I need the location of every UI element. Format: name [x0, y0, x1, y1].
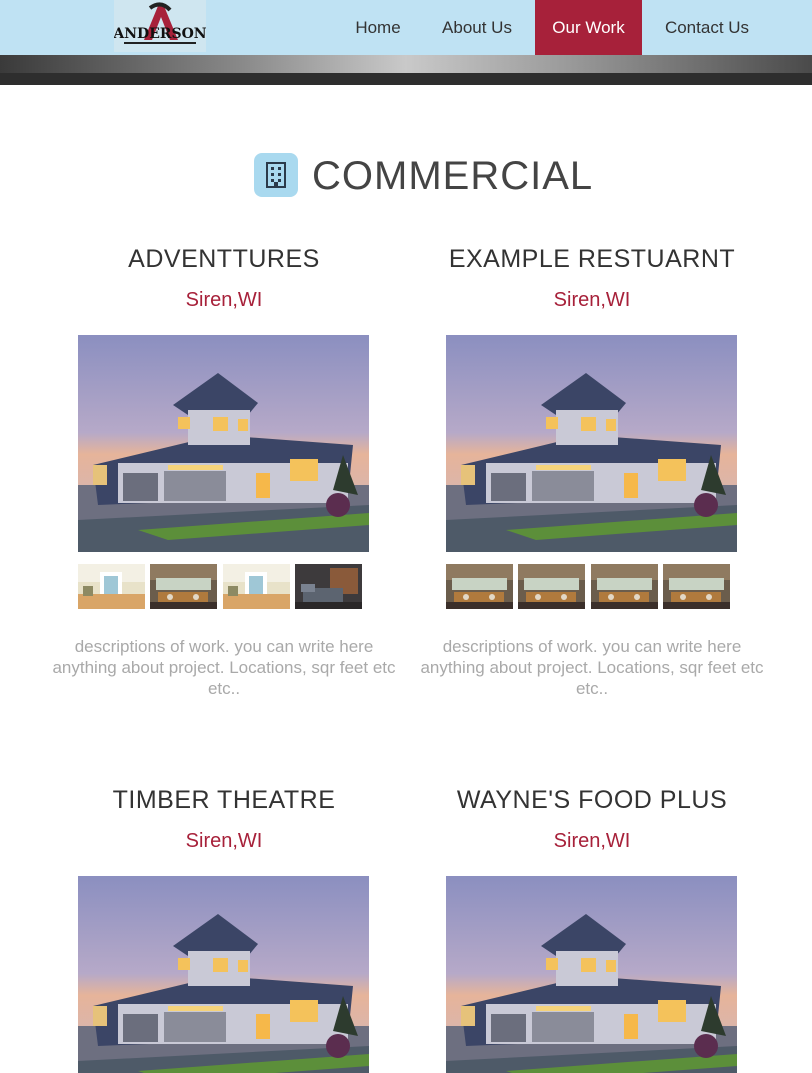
- project-title: WAYNE'S FOOD PLUS: [456, 786, 728, 814]
- project-card: EXAMPLE RESTUARNT Siren,WI descriptions …: [408, 240, 776, 720]
- project-card: ADVENTTURES Siren,WI descriptions of wor…: [40, 240, 408, 720]
- nav-home[interactable]: Home: [340, 0, 416, 55]
- project-thumbnails: [446, 564, 736, 609]
- project-thumbnail[interactable]: [223, 564, 290, 609]
- svg-text:ANDERSON: ANDERSON: [114, 26, 206, 42]
- project-location: Siren,WI: [553, 830, 631, 852]
- nav-contact-us[interactable]: Contact Us: [652, 0, 762, 55]
- project-thumbnail[interactable]: [518, 564, 585, 609]
- project-title: EXAMPLE RESTUARNT: [448, 245, 736, 273]
- nav-about-us[interactable]: About Us: [428, 0, 526, 55]
- project-thumbnail[interactable]: [78, 564, 145, 609]
- project-main-image[interactable]: [78, 876, 369, 1073]
- project-thumbnail[interactable]: [150, 564, 217, 609]
- project-title: ADVENTTURES: [128, 245, 320, 273]
- project-main-image[interactable]: [446, 876, 737, 1073]
- project-card: TIMBER THEATRE Siren,WI: [40, 781, 408, 1073]
- project-location: Siren,WI: [185, 830, 263, 852]
- project-thumbnail[interactable]: [591, 564, 658, 609]
- project-description: descriptions of work. you can write here…: [52, 637, 396, 698]
- project-thumbnails: [78, 564, 368, 609]
- site-header: ANDERSON Home About Us Our Work Contact …: [0, 0, 812, 85]
- nav-our-work[interactable]: Our Work: [535, 0, 642, 55]
- project-card: WAYNE'S FOOD PLUS Siren,WI: [408, 781, 776, 1073]
- project-location: Siren,WI: [553, 289, 631, 311]
- project-thumbnail[interactable]: [446, 564, 513, 609]
- main-navbar: ANDERSON Home About Us Our Work Contact …: [0, 0, 812, 55]
- section-title: COMMERCIAL: [312, 154, 594, 198]
- project-thumbnail[interactable]: [295, 564, 362, 609]
- company-logo[interactable]: ANDERSON: [114, 0, 206, 52]
- project-thumbnail[interactable]: [663, 564, 730, 609]
- building-icon: [254, 153, 298, 197]
- project-title: TIMBER THEATRE: [112, 786, 336, 814]
- project-description: descriptions of work. you can write here…: [420, 637, 764, 698]
- project-main-image[interactable]: [446, 335, 737, 552]
- project-main-image[interactable]: [78, 335, 369, 552]
- header-divider: [0, 73, 812, 85]
- project-location: Siren,WI: [185, 289, 263, 311]
